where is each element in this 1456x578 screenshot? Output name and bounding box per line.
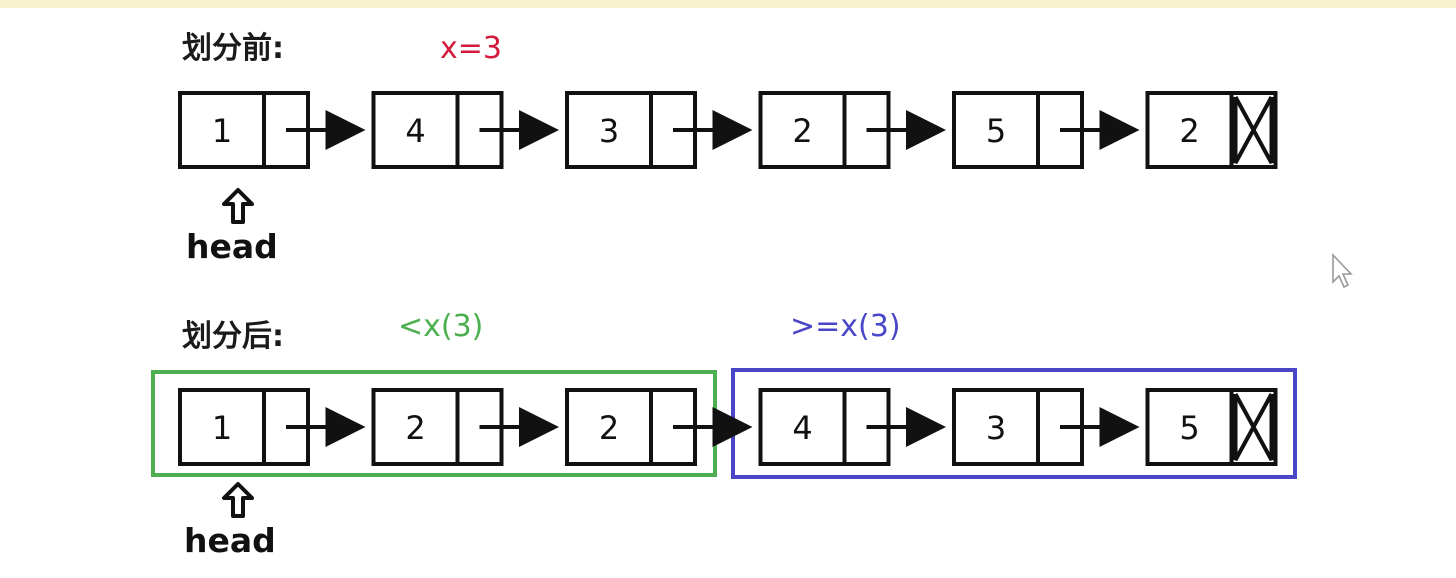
- after-head-pointer: head: [184, 482, 276, 560]
- node-value: 3: [599, 112, 619, 150]
- before-head-label: head: [186, 227, 278, 266]
- after-head-label: head: [184, 521, 276, 560]
- before-node: 4: [371, 91, 559, 169]
- up-outline-arrow-icon: [222, 188, 254, 224]
- before-node: 5: [952, 91, 1140, 169]
- node-value: 5: [1179, 409, 1199, 447]
- node-value: 1: [212, 409, 232, 447]
- node-value: 2: [792, 112, 812, 150]
- before-node: 2: [758, 91, 946, 169]
- before-title: 划分前:: [182, 31, 284, 66]
- linked-list-partition-diagram: 划分前: x=3 1 4 3 2 5 2 head 划分后: <x(3) >=x(3) 1…: [0, 0, 1456, 560]
- node-value: 3: [986, 409, 1006, 447]
- node-value: 2: [405, 409, 425, 447]
- before-condition: x=3: [440, 31, 502, 66]
- node-value: 4: [792, 409, 812, 447]
- after-list: 1 2 2 4 3 5: [178, 388, 1278, 466]
- node-value: 4: [405, 112, 425, 150]
- before-node: 2: [1145, 91, 1278, 169]
- before-node: 3: [565, 91, 753, 169]
- before-head-pointer: head: [186, 188, 278, 266]
- node-value: 2: [1179, 112, 1199, 150]
- after-node: 5: [1145, 388, 1278, 466]
- node-value: 1: [212, 112, 232, 150]
- node-value: 5: [986, 112, 1006, 150]
- mouse-pointer-icon: [1332, 252, 1353, 289]
- less-group-label: <x(3): [398, 309, 483, 344]
- after-node: 2: [565, 388, 753, 466]
- greater-group-label: >=x(3): [790, 309, 901, 344]
- after-node: 3: [952, 388, 1140, 466]
- before-list: 1 4 3 2 5 2: [178, 91, 1278, 169]
- node-value: 2: [599, 409, 619, 447]
- before-node: 1: [178, 91, 366, 169]
- after-node: 2: [371, 388, 559, 466]
- node-box: [1145, 388, 1278, 466]
- node-box: [1145, 91, 1278, 169]
- top-strip: [0, 0, 1456, 8]
- after-title: 划分后:: [182, 319, 284, 354]
- after-node: 1: [178, 388, 366, 466]
- up-outline-arrow-icon: [222, 482, 254, 518]
- after-node: 4: [758, 388, 946, 466]
